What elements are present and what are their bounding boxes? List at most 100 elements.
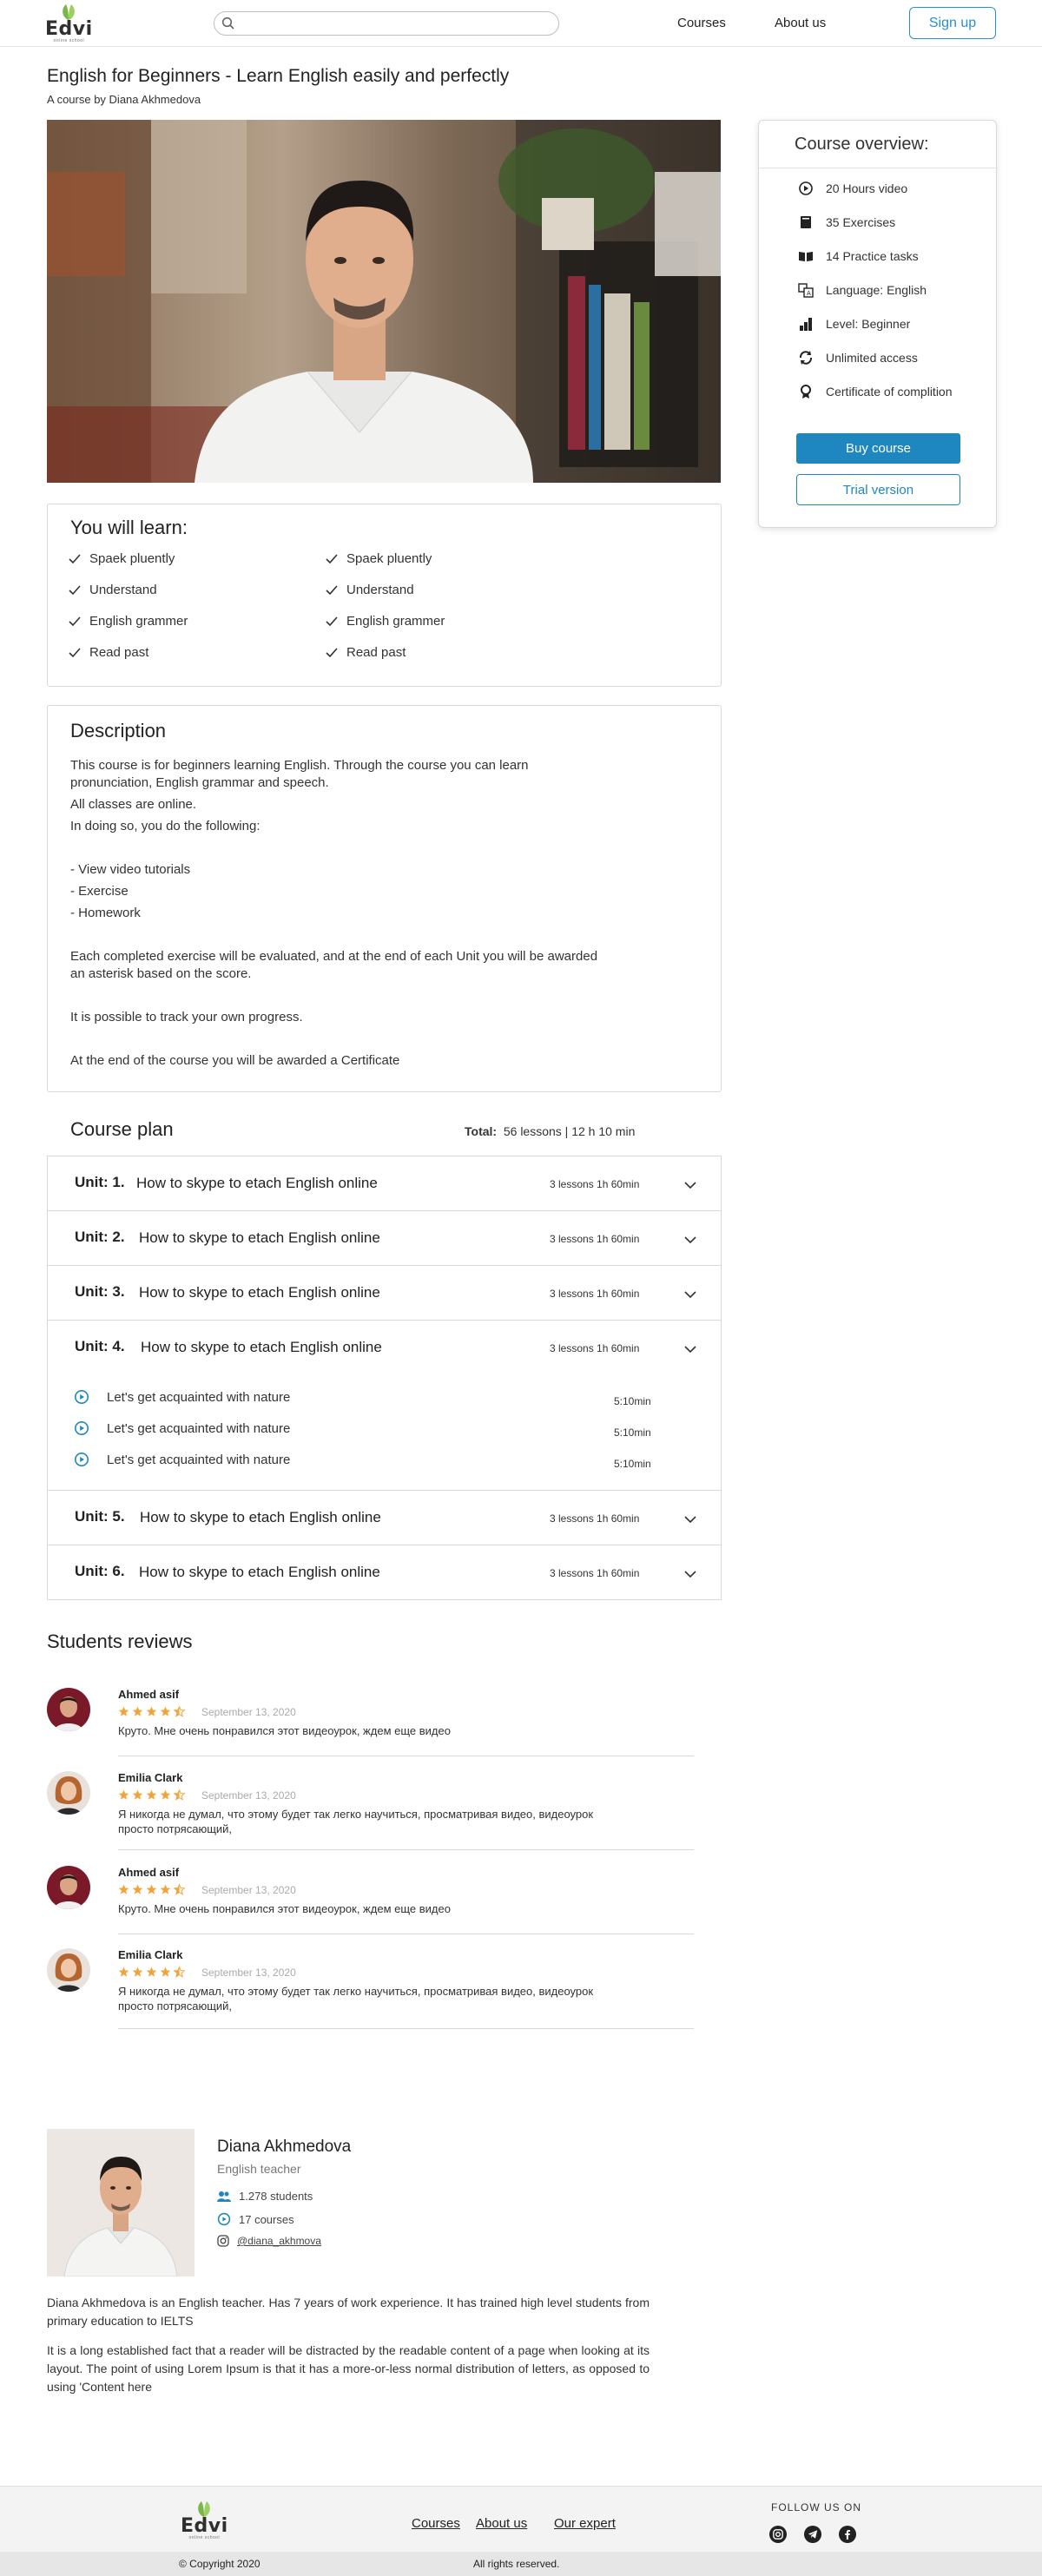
overview-item-video: 20 Hours video [798,181,907,196]
review-date: September 13, 2020 [201,1967,296,1979]
nav-about-us[interactable]: About us [775,16,826,30]
chevron-down-icon[interactable] [684,1567,696,1583]
star-icon [160,1706,171,1716]
infinity-refresh-icon [798,350,814,366]
star-icon [146,1967,157,1977]
course-plan-total: Total: 56 lessons | 12 h 10 min [465,1124,636,1138]
search-bar[interactable] [214,11,559,36]
check-icon [69,553,81,564]
teacher-photo [47,2129,195,2276]
lesson-item[interactable]: Let's get acquainted with nature [74,1452,290,1467]
unit-row[interactable]: Unit: 2. How to skype to etach English on… [47,1210,722,1266]
learn-item: English grammer [69,614,188,629]
sign-up-button[interactable]: Sign up [909,7,996,39]
footer-link-about-us[interactable]: About us [476,2516,527,2531]
play-circle-icon [74,1389,89,1405]
learn-item: Spaek pluently [326,551,432,566]
play-circle-icon [74,1452,89,1467]
star-icon [160,1789,171,1800]
chevron-down-icon[interactable] [684,1233,696,1248]
teacher-bio: It is a long established fact that a rea… [47,2343,650,2394]
learn-item: Read past [326,645,406,660]
half-star-icon [174,1789,185,1801]
nav-courses[interactable]: Courses [677,16,726,30]
unit-row[interactable]: Unit: 1. How to skype to etach English on… [47,1156,722,1211]
reviewer-name: Emilia Clark [118,1771,183,1784]
play-circle-icon [217,2212,231,2226]
star-icon [118,1789,129,1800]
overview-item-level: Level: Beginner [798,316,910,332]
reviewer-name: Emilia Clark [118,1948,183,1961]
learn-item: Understand [326,583,414,597]
check-icon [326,584,338,596]
review-date: September 13, 2020 [201,1706,296,1718]
lesson-duration: 5:10min [614,1395,651,1407]
overview-item-label: 14 Practice tasks [826,249,919,263]
description-text: - Exercise [70,884,129,899]
open-book-icon [798,248,814,264]
star-rating [118,1967,185,1978]
description-text: - Homework [70,906,141,920]
leaf-icon [193,2499,215,2518]
check-icon [69,647,81,658]
description-text: This course is for beginners learning En… [70,758,529,773]
overview-item-access: Unlimited access [798,350,918,366]
unit-lessons: Let's get acquainted with nature 5:10min… [47,1374,722,1491]
learn-title: You will learn: [70,517,188,538]
trial-version-button[interactable]: Trial version [796,474,960,505]
logo-text: Edvi [45,18,93,40]
unit-row[interactable]: Unit: 5. How to skype to etach English on… [47,1490,722,1545]
divider [118,1849,694,1850]
review-text: Круто. Мне очень понравился этот видеоур… [118,1902,451,1915]
leaf-icon [57,2,80,21]
unit-row-expanded[interactable]: Unit: 4. How to skype to etach English on… [47,1320,722,1375]
lesson-item[interactable]: Let's get acquainted with nature [74,1420,290,1436]
overview-item-label: Language: English [826,283,927,297]
instagram-icon[interactable] [769,2526,787,2543]
chevron-down-icon[interactable] [684,1512,696,1528]
logo-subtitle: online school [188,2535,221,2540]
description-title: Description [70,720,167,741]
footer-link-our-expert[interactable]: Our expert [554,2516,616,2531]
teacher-name[interactable]: Diana Akhmedova [217,2138,351,2157]
star-icon [160,1884,171,1894]
review-date: September 13, 2020 [201,1884,296,1896]
course-plan-title: Course plan [70,1118,174,1140]
chevron-down-icon[interactable] [684,1342,696,1358]
telegram-icon[interactable] [804,2526,821,2543]
star-icon [132,1706,143,1716]
logo-text: Edvi [181,2515,228,2537]
footer-link-courses[interactable]: Courses [412,2516,460,2531]
description-text: pronunciation, English grammar and speec… [70,775,329,790]
overview-item-certificate: Certificate of complition [798,384,953,399]
avatar [47,1948,90,1992]
edvi-logo[interactable]: Edvi online school [181,2499,228,2540]
learn-item: Read past [69,645,148,660]
description-text: At the end of the course you will be awa… [70,1053,400,1068]
facebook-icon[interactable] [839,2526,856,2543]
description-text: In doing so, you do the following: [70,819,260,833]
course-byline: A course by Diana Akhmedova [47,93,201,106]
star-icon [132,1967,143,1977]
buy-course-button[interactable]: Buy course [796,433,960,464]
learn-item: English grammer [326,614,445,629]
reviewer-name: Ahmed asif [118,1866,180,1879]
unit-row[interactable]: Unit: 6. How to skype to etach English on… [47,1545,722,1600]
search-input[interactable] [241,15,544,32]
search-icon [221,16,235,35]
avatar [47,1866,90,1909]
star-icon [132,1789,143,1800]
lesson-item[interactable]: Let's get acquainted with nature [74,1389,290,1405]
teacher-instagram[interactable]: @diana_akhmova [217,2235,321,2247]
edvi-logo[interactable]: Edvi online school [45,2,93,43]
footer: Edvi online school Courses About us Our … [0,2486,1042,2552]
teacher-students: 1.278 students [217,2190,313,2203]
star-icon [146,1706,157,1716]
half-star-icon [174,1967,185,1978]
unit-row[interactable]: Unit: 3. How to skype to etach English on… [47,1265,722,1321]
chevron-down-icon[interactable] [684,1178,696,1194]
check-icon [326,553,338,564]
avatar [47,1688,90,1731]
chevron-down-icon[interactable] [684,1288,696,1303]
footer-bottom-bar: © Copyright 2020 All rights reserved. [0,2552,1042,2576]
